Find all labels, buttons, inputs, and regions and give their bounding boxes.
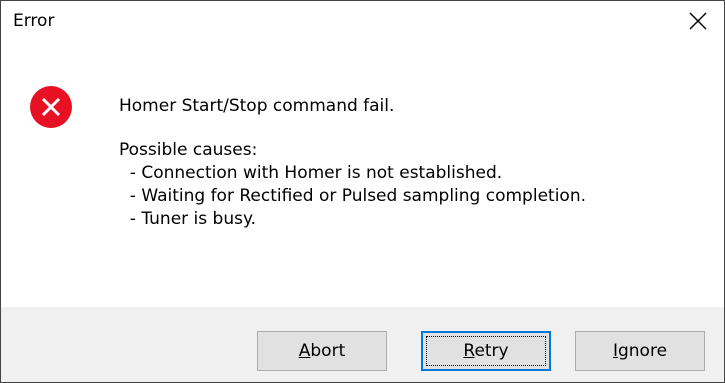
- message-content: Homer Start/Stop command fail. Possible …: [119, 95, 586, 231]
- causes-heading: Possible causes:: [119, 140, 258, 160]
- window-title: Error: [13, 11, 55, 31]
- ignore-button[interactable]: Ignore: [575, 331, 705, 371]
- error-icon: [30, 86, 72, 128]
- error-dialog: Error Homer Start/Stop command fail. Pos…: [0, 0, 725, 383]
- cause-item: - Waiting for Rectified or Pulsed sampli…: [119, 186, 586, 206]
- error-message: Homer Start/Stop command fail.: [119, 96, 395, 116]
- cause-item: - Tuner is busy.: [119, 209, 256, 229]
- cause-item: - Connection with Homer is not establish…: [119, 163, 503, 183]
- retry-button-label: Retry: [463, 341, 509, 361]
- retry-button[interactable]: Retry: [421, 331, 551, 371]
- close-button[interactable]: [672, 1, 724, 41]
- title-bar[interactable]: Error: [1, 1, 724, 41]
- close-icon: [689, 12, 707, 30]
- button-bar: Abort Retry Ignore: [1, 307, 724, 382]
- ignore-button-label: Ignore: [612, 341, 668, 361]
- abort-button[interactable]: Abort: [257, 331, 387, 371]
- abort-button-label: Abort: [298, 341, 346, 361]
